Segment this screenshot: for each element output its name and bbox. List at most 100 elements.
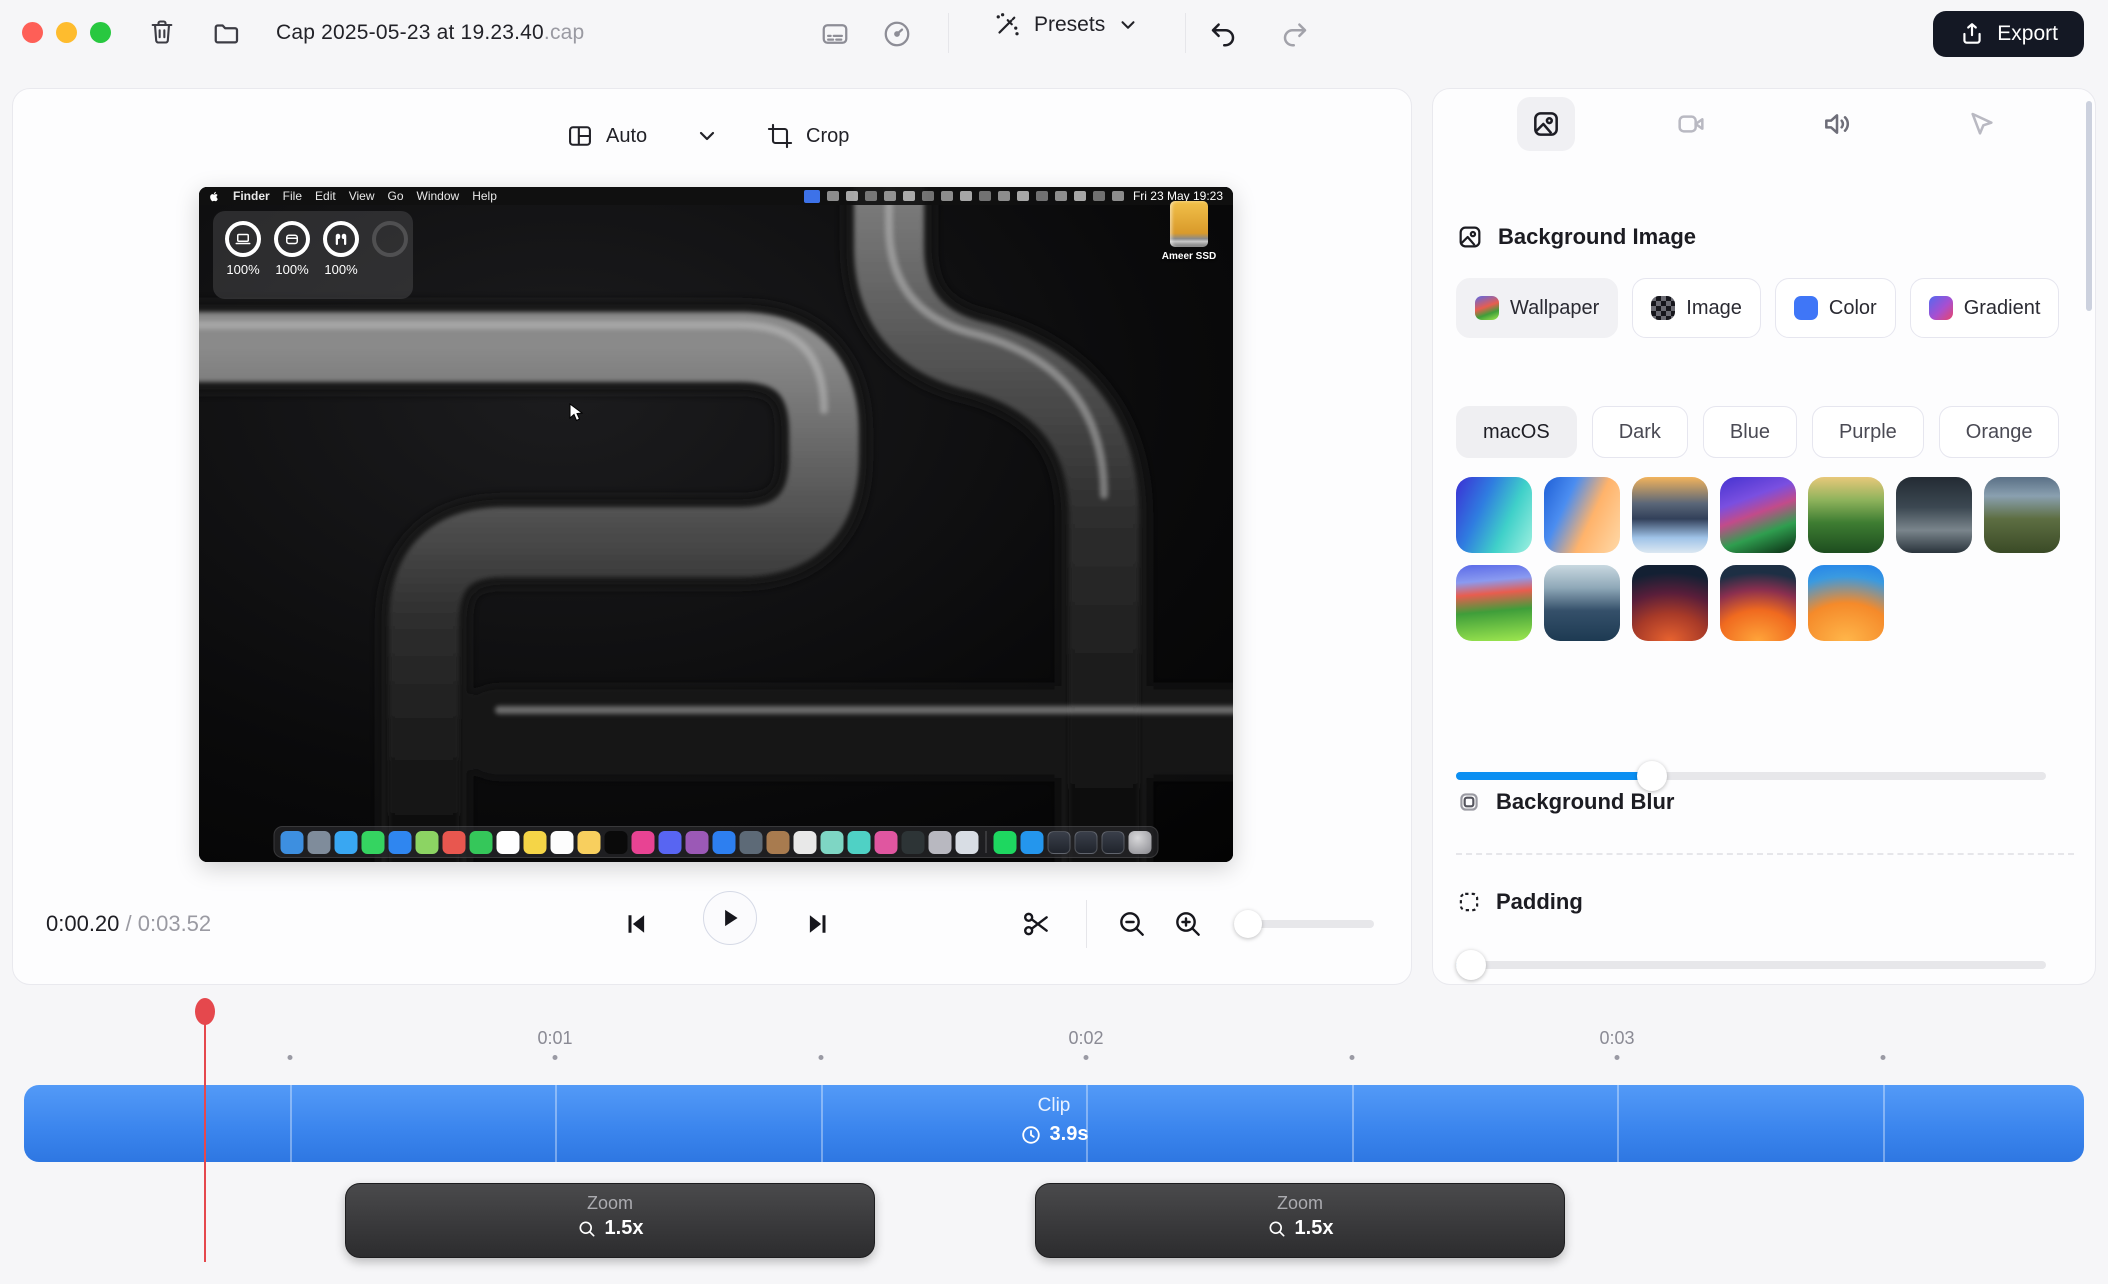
skip-to-end-button[interactable] [795,901,841,947]
wallpaper-thumb-sonoma-dark[interactable] [1720,477,1796,553]
clip-gridline [1086,1085,1088,1162]
trash-icon [148,18,176,46]
split-clip-button[interactable] [1013,901,1059,947]
category-pill-orange[interactable]: Orange [1939,406,2060,458]
menubar-status-icon [804,190,820,203]
captions-button[interactable] [820,19,850,49]
ruler-tick [1615,1055,1620,1060]
background-image-header: Background Image [1456,223,1696,251]
layout-grid-icon [566,122,594,150]
scissors-icon [1020,908,1052,940]
ruler-tick [1880,1055,1885,1060]
mode-color-button[interactable]: Color [1775,278,1896,338]
wallpaper-thumb-sequoia-sunrise[interactable] [1544,477,1620,553]
battery-item-case: 100% [274,221,310,299]
export-button[interactable]: Export [1933,11,2084,57]
menubar-status-icon [865,191,877,201]
zoom-segment[interactable]: Zoom1.5x [1035,1183,1565,1258]
sidebar-scrollbar[interactable] [2086,101,2092,311]
crop-label: Crop [806,125,849,148]
project-title-extension: .cap [544,21,585,44]
aspect-ratio-label: Auto [606,125,647,148]
dock-app-icon [686,831,709,854]
sidebar-tabs [1433,97,2095,151]
minimize-window-button[interactable] [56,22,77,43]
preview-panel: Auto Crop [12,88,1412,985]
padding-header: Padding [1456,889,1583,915]
wallpaper-thumb-misty-lake[interactable] [1632,477,1708,553]
current-time: 0:00.20 [46,911,119,936]
wallpaper-thumb-sequoia-blue[interactable] [1456,477,1532,553]
mode-image-button[interactable]: Image [1632,278,1761,338]
clip-duration: 3.9s [24,1123,2084,1146]
menubar-menus: FileEditViewGoWindowHelp [283,189,497,203]
zoom-segment[interactable]: Zoom1.5x [345,1183,875,1258]
delete-project-button[interactable] [148,18,176,46]
wallpaper-thumb-ventura-day[interactable] [1808,565,1884,641]
close-window-button[interactable] [22,22,43,43]
timeline-zoom-slider[interactable] [1234,920,1374,928]
crop-button[interactable]: Crop [766,113,849,159]
presets-button[interactable]: Presets [992,10,1139,40]
video-preview[interactable]: Finder FileEditViewGoWindowHelp Fri 23 M… [199,187,1233,862]
padding-slider[interactable] [1456,961,2046,969]
mode-gradient-button[interactable]: Gradient [1910,278,2060,338]
zoom-segment-amount: 1.5x [1036,1217,1564,1240]
menubar-menu: Help [472,189,497,203]
mode-label: Gradient [1964,297,2041,320]
tab-audio[interactable] [1808,97,1866,151]
background-blur-slider[interactable] [1456,772,2046,780]
mode-label: Wallpaper [1510,297,1599,320]
aspect-ratio-button[interactable]: Auto [566,113,719,159]
wallpaper-thumb-autumn-hills[interactable] [1984,477,2060,553]
project-title: Cap 2025-05-23 at 19.23.40.cap [276,21,584,45]
dock-app-icon [524,831,547,854]
category-pill-blue[interactable]: Blue [1703,406,1797,458]
category-pill-dark[interactable]: Dark [1592,406,1688,458]
undo-button[interactable] [1208,19,1238,49]
playback-time: 0:00.20 / 0:03.52 [46,911,211,937]
zoom-window-button[interactable] [90,22,111,43]
timeline-zoom-in-button[interactable] [1165,901,1211,947]
dock-app-icon [605,831,628,854]
playhead-handle[interactable] [195,998,215,1025]
wallpaper-swatch-icon [1475,296,1499,320]
timeline-zoom-out-button[interactable] [1109,901,1155,947]
dock-app-icon [740,831,763,854]
category-pill-macos[interactable]: macOS [1456,406,1577,458]
wallpaper-thumb-ventura-dark[interactable] [1632,565,1708,641]
ruler-label: 0:01 [537,1028,572,1049]
play-button[interactable] [703,891,757,945]
dock-app-icon [497,831,520,854]
wallpaper-thumb-sonoma-light[interactable] [1456,565,1532,641]
tab-cursor[interactable] [1953,97,2011,151]
ruler-tick [818,1055,823,1060]
timeline-clip[interactable]: Clip 3.9s [24,1085,2084,1162]
wallpaper-thumb-fjord-river[interactable] [1544,565,1620,641]
padding-slider-thumb[interactable] [1456,950,1486,980]
drive-label: Ameer SSD [1159,251,1219,262]
ruler-label: 0:03 [1599,1028,1634,1049]
wallpaper-thumb-dark-forest[interactable] [1896,477,1972,553]
skip-to-start-button[interactable] [613,901,659,947]
wallpaper-thumb-ventura-orange[interactable] [1720,565,1796,641]
wallpaper-thumb-green-fields[interactable] [1808,477,1884,553]
apple-logo-icon [209,190,220,203]
mode-wallpaper-button[interactable]: Wallpaper [1456,278,1618,338]
menubar-menu: File [283,189,302,203]
category-pill-purple[interactable]: Purple [1812,406,1924,458]
wallpaper-grid [1456,477,2076,641]
battery-value: 100% [275,262,308,277]
dock-app-icon [308,831,331,854]
dock-app-icon [389,831,412,854]
controls-divider [1086,900,1087,948]
redo-button[interactable] [1280,19,1310,49]
open-project-folder-button[interactable] [212,18,242,48]
skip-back-icon [621,909,651,939]
tab-background[interactable] [1517,97,1575,151]
tab-camera[interactable] [1662,97,1720,151]
background-blur-slider-thumb[interactable] [1637,761,1667,791]
padding-icon [1456,889,1482,915]
timeline-zoom-slider-thumb[interactable] [1234,910,1262,938]
performance-button[interactable] [882,19,912,49]
